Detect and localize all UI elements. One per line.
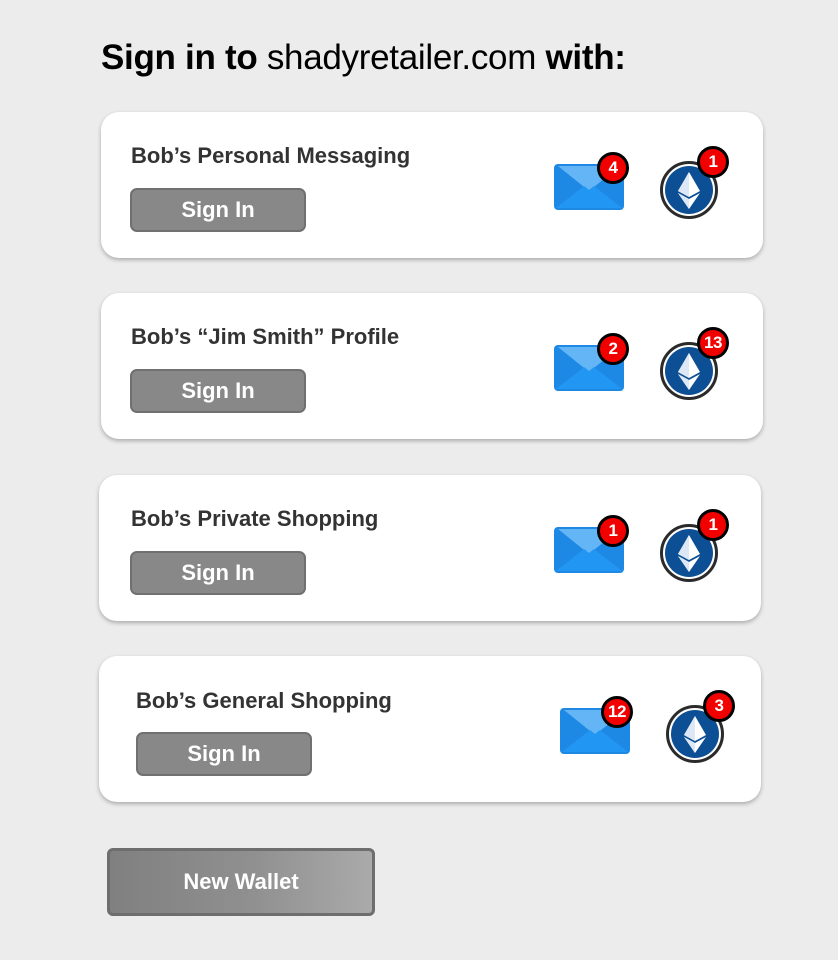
new-wallet-button[interactable]: New Wallet — [107, 848, 375, 916]
ethereum-wallet-button[interactable]: 3 — [666, 690, 735, 763]
ethereum-count-badge: 1 — [697, 146, 729, 178]
messages-button[interactable]: 12 — [560, 696, 633, 754]
account-card: Bob’s General Shopping Sign In 12 3 — [99, 656, 761, 802]
account-name: Bob’s General Shopping — [136, 688, 392, 713]
ethereum-count-badge: 13 — [697, 327, 729, 359]
ethereum-wallet-button[interactable]: 13 — [660, 327, 729, 400]
message-count-badge: 1 — [597, 515, 629, 547]
sign-in-button[interactable]: Sign In — [136, 732, 312, 776]
messages-button[interactable]: 1 — [554, 515, 629, 573]
messages-button[interactable]: 4 — [554, 152, 629, 210]
page-heading: Sign in to shadyretailer.com with: — [101, 36, 626, 80]
sign-in-button[interactable]: Sign In — [130, 369, 306, 413]
account-card: Bob’s Personal Messaging Sign In 4 1 — [101, 112, 763, 258]
heading-domain: shadyretailer.com — [266, 38, 537, 77]
account-name: Bob’s “Jim Smith” Profile — [131, 324, 400, 349]
messages-button[interactable]: 2 — [554, 333, 629, 391]
account-name: Bob’s Personal Messaging — [131, 143, 411, 168]
ethereum-count-badge: 1 — [697, 509, 729, 541]
account-card: Bob’s Private Shopping Sign In 1 1 — [99, 475, 761, 621]
ethereum-count-badge: 3 — [703, 690, 735, 722]
message-count-badge: 4 — [597, 152, 629, 184]
ethereum-wallet-button[interactable]: 1 — [660, 509, 729, 582]
heading-suffix: with: — [545, 38, 626, 77]
account-card: Bob’s “Jim Smith” Profile Sign In 2 13 — [101, 293, 763, 439]
sign-in-button[interactable]: Sign In — [130, 188, 306, 232]
account-name: Bob’s Private Shopping — [131, 506, 379, 531]
heading-prefix: Sign in to — [101, 38, 258, 77]
sign-in-button[interactable]: Sign In — [130, 551, 306, 595]
ethereum-wallet-button[interactable]: 1 — [660, 146, 729, 219]
message-count-badge: 2 — [597, 333, 629, 365]
message-count-badge: 12 — [601, 696, 633, 728]
